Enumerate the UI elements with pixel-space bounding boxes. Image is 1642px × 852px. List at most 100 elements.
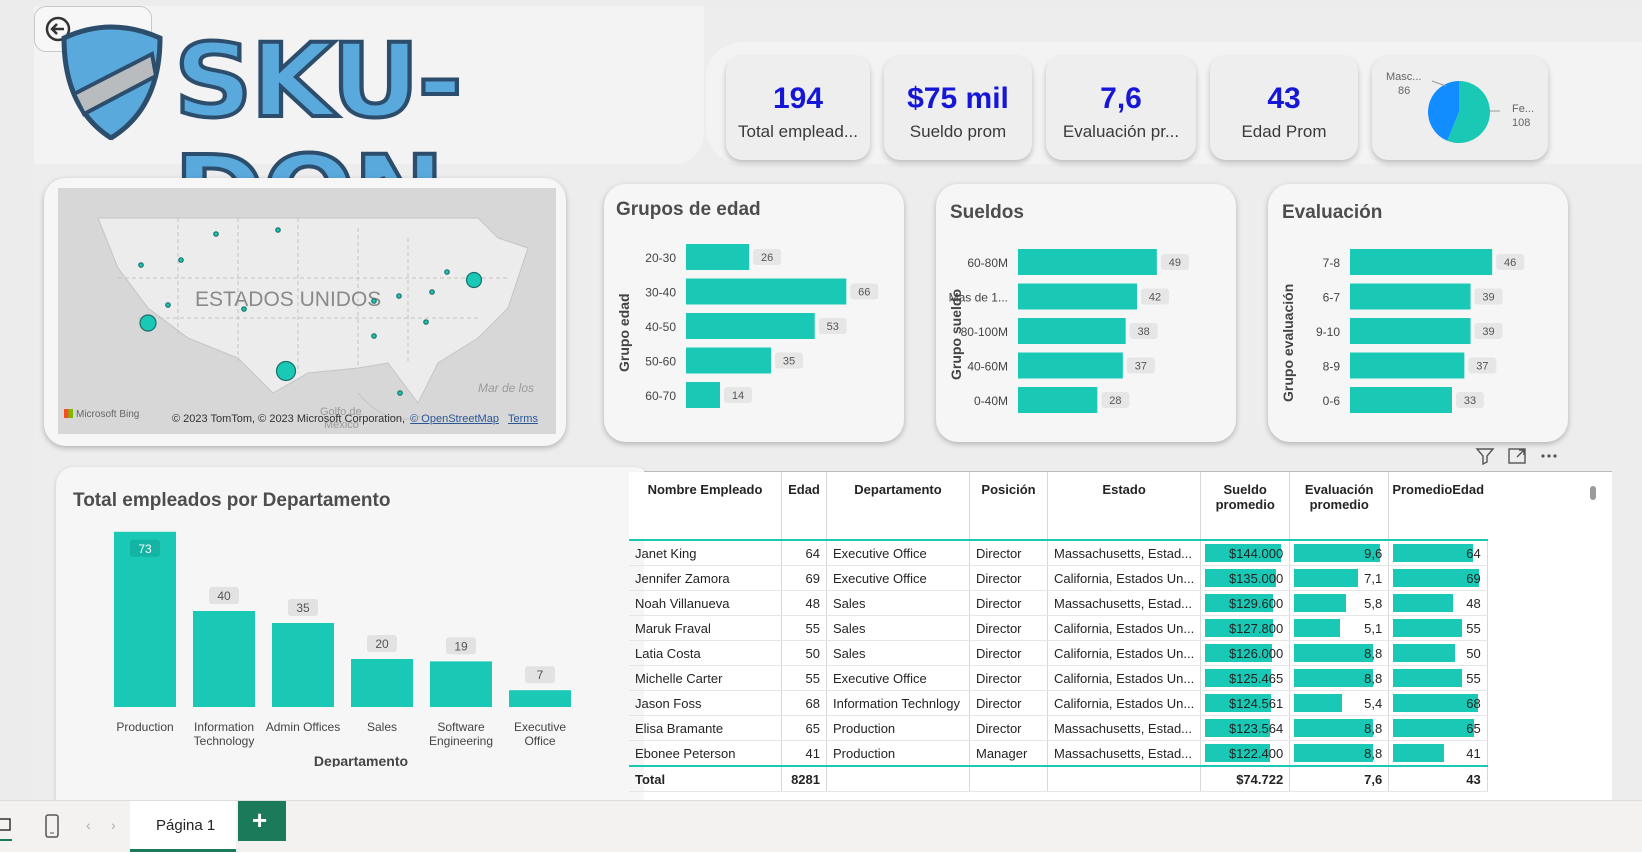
kpi-value: $75 mil [907,82,1009,115]
column-header-state[interactable]: Estado [1047,472,1202,540]
column-header-evaluation[interactable]: Evaluación promedio [1289,472,1390,540]
table-row[interactable]: Ebonee Peterson 41 Production Manager Massac… [629,740,1488,767]
mobile-layout-icon[interactable] [42,813,62,839]
osm-link[interactable]: © OpenStreetMap [410,413,499,425]
cell-department: Executive Office [826,540,970,566]
pie-value-fem: 108 [1512,117,1530,129]
bar-category-label: 30-40 [645,286,676,300]
column [114,531,176,707]
focus-mode-icon[interactable] [1506,445,1528,467]
bar [686,278,847,305]
table-row[interactable]: Michelle Carter 55 Executive Office Directo… [629,665,1488,691]
cell-avg-age: 68 [1388,690,1488,716]
category-label: Engineering [429,734,493,748]
table-row[interactable]: Janet King 64 Executive Office Director Mass… [629,540,1488,566]
table-row[interactable]: Noah Villanueva 48 Sales Director Massachuse… [629,590,1488,616]
table-row[interactable]: Jennifer Zamora 69 Executive Office Directo… [629,565,1488,591]
pie-label-fem: Fe... [1512,103,1534,115]
bar [1350,352,1465,379]
cell-value: $123.564 [1228,720,1284,736]
column-header-position[interactable]: Posición [969,472,1048,540]
gender-pie-chart: Masc... 86 Fe... 108 [1386,71,1534,143]
cell-age: 41 [781,740,827,767]
chart-title: Evaluación [1282,202,1383,223]
cell-value: 5,1 [1364,620,1383,636]
total-evaluation: 7,6 [1289,766,1390,792]
map-point [275,360,297,382]
cell-position: Director [969,665,1048,691]
map-graphic: ESTADOS UNIDOS Mar de los Golfo de Méxic… [58,188,556,434]
table-row[interactable]: Maruk Fraval 55 Sales Director California, E… [629,615,1488,641]
column-header-name[interactable]: Nombre Empleado [629,472,782,540]
cell-age: 55 [781,665,827,691]
bar-category-label: Mas de 1... [949,291,1008,305]
terms-link[interactable]: Terms [508,413,538,425]
add-page-button[interactable]: + [238,801,286,841]
data-label: 26 [761,252,773,264]
table-row[interactable]: Elisa Bramante 65 Production Director Massac… [629,715,1488,741]
total-empty [826,766,970,792]
data-label: 40 [217,589,231,603]
cell-position: Director [969,615,1048,641]
map[interactable]: ESTADOS UNIDOS Mar de los Golfo de Méxic… [58,188,556,434]
bar [686,382,720,408]
bar [1350,249,1493,275]
cell-salary: $123.564 [1200,715,1291,741]
map-point [178,257,184,263]
bar-category-label: 40-50 [645,320,676,334]
column-header-department[interactable]: Departamento [826,472,970,540]
total-salary: $74.722 [1200,766,1291,792]
bar-category-label: 0-40M [974,394,1008,408]
table-row[interactable]: Jason Foss 68 Information Technlogy Directo… [629,690,1488,716]
map-point [444,269,450,275]
map-point [465,271,483,289]
cell-value: 9,6 [1364,545,1383,561]
cell-value: $124.561 [1228,695,1284,711]
cell-value: 69 [1466,570,1481,586]
cell-name: Maruk Fraval [629,615,782,641]
column-header-salary[interactable]: Sueldo promedio [1200,472,1291,540]
next-page-icon[interactable]: › [111,817,116,833]
cell-name: Noah Villanueva [629,590,782,616]
cell-avg-age: 55 [1388,665,1488,691]
kpi-total-employees: 194 Total emplead... [726,56,870,160]
data-label: 37 [1135,361,1147,373]
table-scrollbar[interactable] [1590,486,1596,500]
cell-state: California, Estados Un... [1047,615,1202,641]
tab-label: Página 1 [156,817,216,834]
filter-icon[interactable] [1474,445,1496,467]
cell-avg-age: 55 [1388,615,1488,641]
cell-age: 55 [781,615,827,641]
cell-avg-age: 65 [1388,715,1488,741]
bar [1350,318,1471,344]
column-header-avg-age[interactable]: PromedioEdad [1388,472,1488,540]
prev-page-icon[interactable]: ‹ [86,817,91,833]
table-row[interactable]: Latia Costa 50 Sales Director California, Es… [629,640,1488,666]
tab-pagina-1[interactable]: Página 1 [130,801,236,852]
cell-position: Director [969,540,1048,566]
data-label: 39 [1482,292,1494,304]
cell-age: 50 [781,640,827,666]
cell-avg-age: 69 [1388,565,1488,591]
bar [1018,249,1157,275]
column-header-age[interactable]: Edad [781,472,827,540]
cell-position: Director [969,640,1048,666]
bar-category-label: 80-100M [961,325,1008,339]
age-groups-card: Grupos de edad Grupo edad 20-30 26 30-40 66… [604,184,904,442]
data-label: 37 [1476,361,1488,373]
data-label: 73 [138,542,152,556]
cell-name: Jason Foss [629,690,782,716]
data-label: 14 [732,390,744,402]
category-label: Software [437,720,485,734]
category-label: Information [194,720,254,734]
map-water-label: Mar de los [478,381,534,395]
bing-text: Microsoft Bing [76,409,140,420]
more-options-icon[interactable] [1538,445,1560,467]
desktop-layout-icon[interactable] [0,815,14,837]
category-label: Sales [367,720,397,734]
cell-state: California, Estados Un... [1047,565,1202,591]
shield-logo-icon [61,24,163,140]
map-point [396,293,402,299]
total-row: Total 8281 $74.722 7,6 43 [629,766,1488,792]
kpi-avg-salary: $75 mil Sueldo prom [884,56,1032,160]
